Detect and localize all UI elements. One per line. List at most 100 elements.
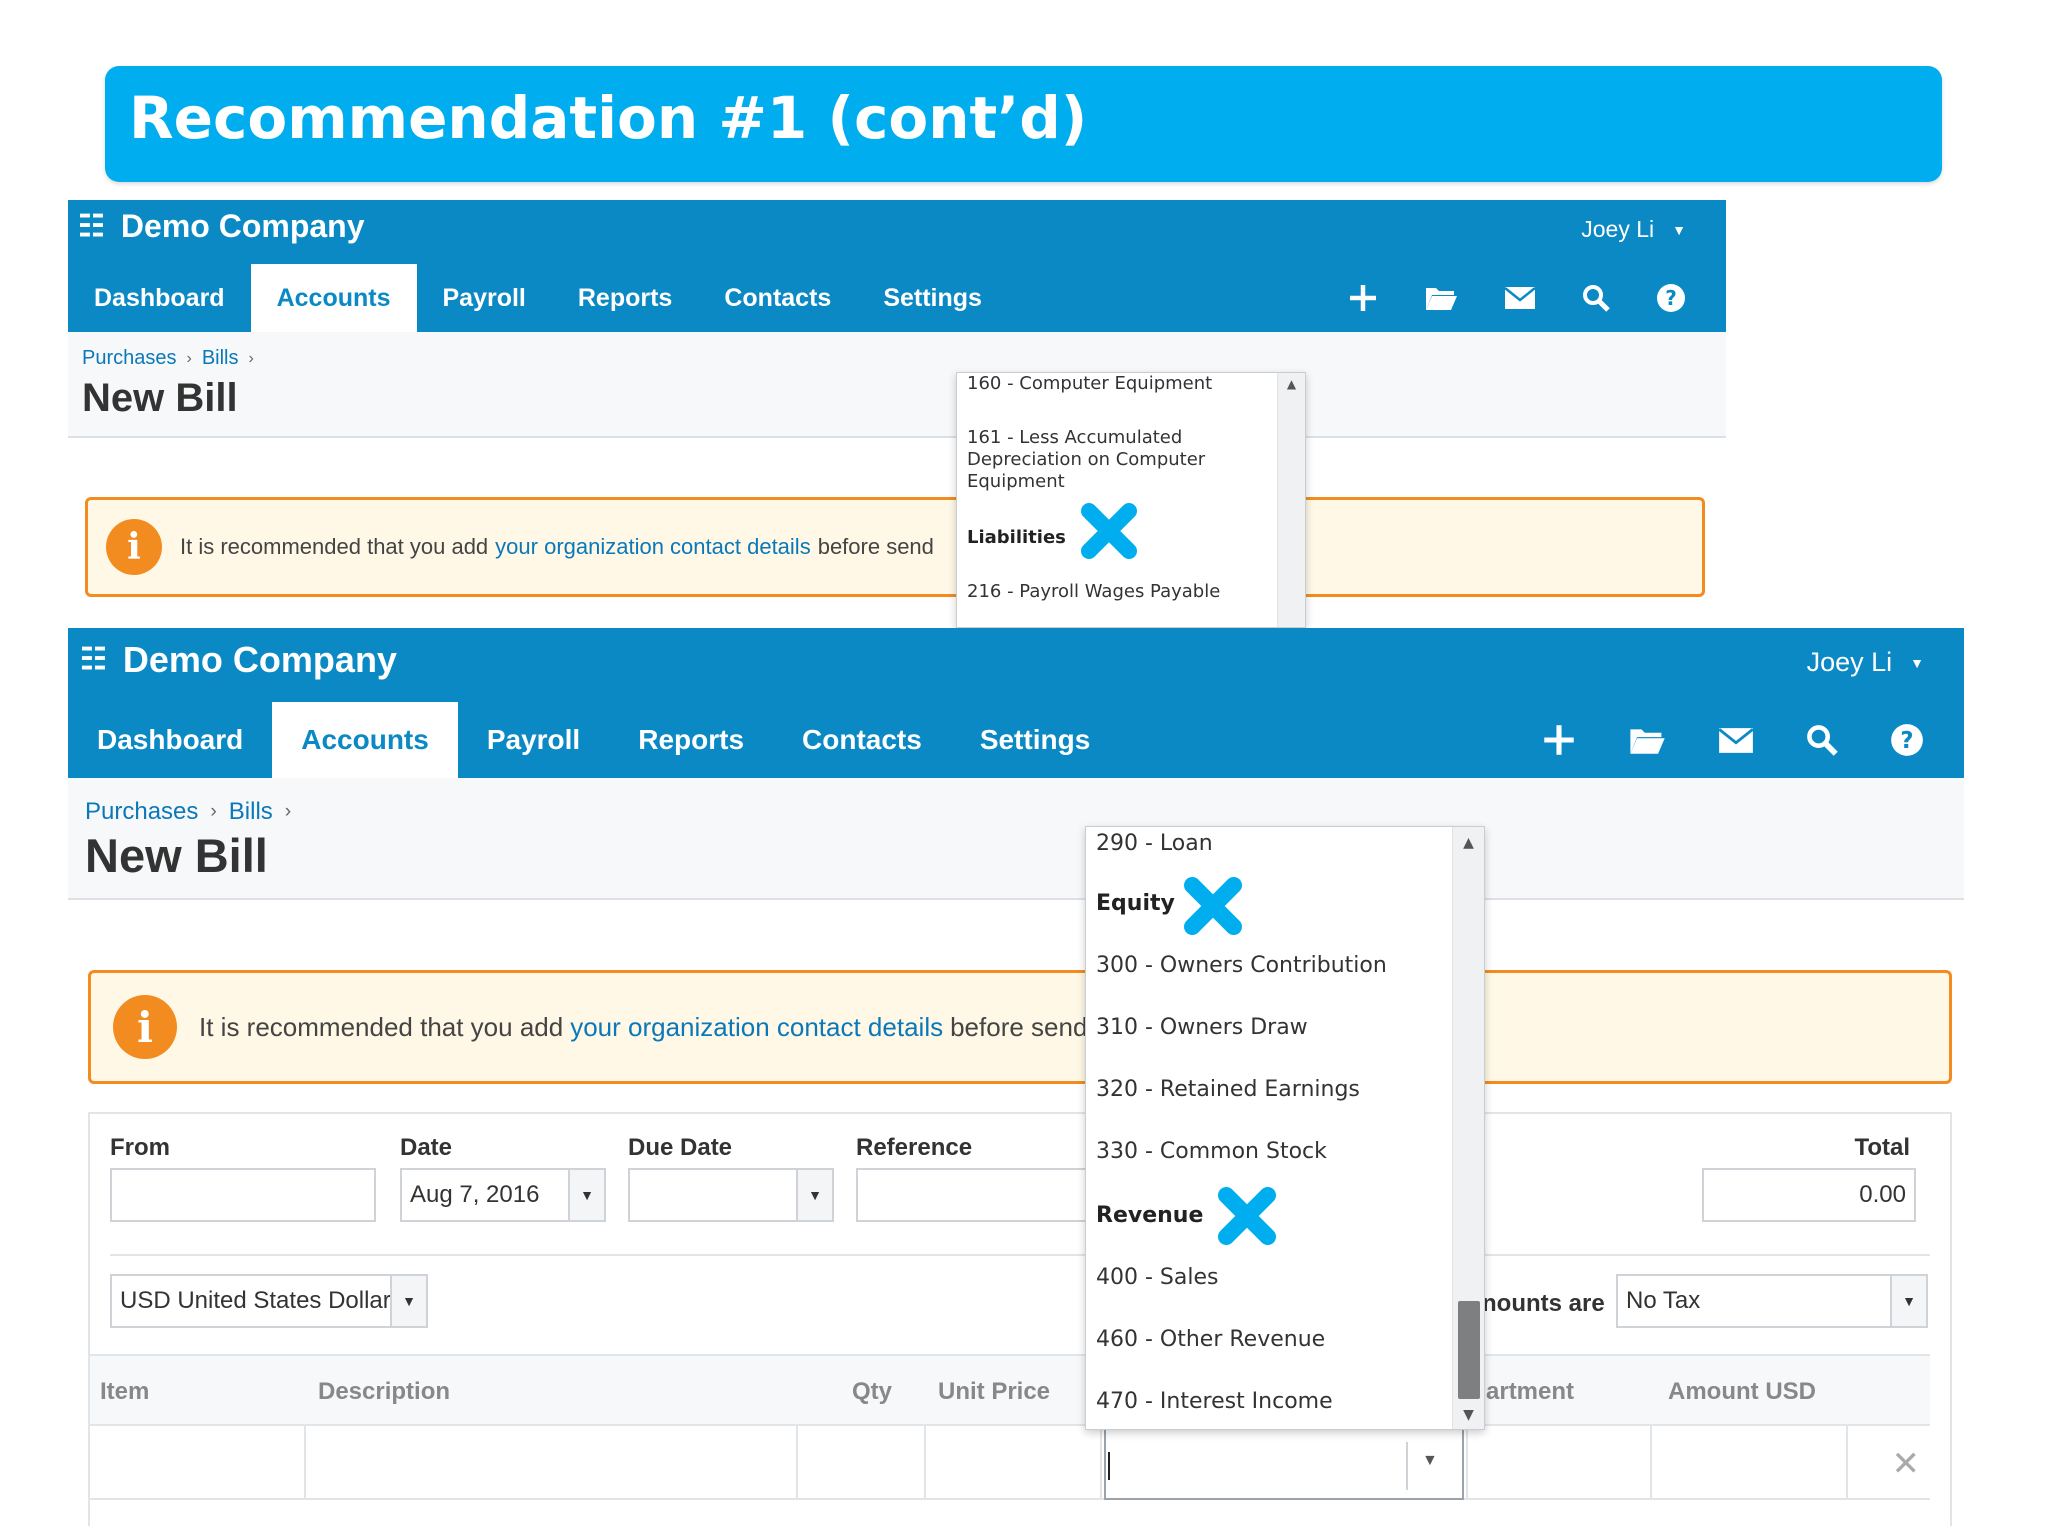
- line-items-header: Item Description Qty Unit Price artment …: [90, 1354, 1930, 1426]
- contact-details-link[interactable]: your organization contact details: [563, 1012, 950, 1043]
- breadcrumb-purchases[interactable]: Purchases: [85, 798, 198, 826]
- dropdown-option[interactable]: 400 - Sales: [1096, 1265, 1218, 1290]
- breadcrumb-bills[interactable]: Bills: [202, 347, 239, 370]
- scroll-thumb[interactable]: [1458, 1301, 1480, 1399]
- bill-form: From Date Aug 7, 2016 ▼ Due Date ▼ Refer…: [88, 1112, 1952, 1526]
- breadcrumb: Purchases › Bills ›: [82, 347, 254, 370]
- dropdown-option[interactable]: 330 - Common Stock: [1096, 1139, 1327, 1164]
- user-menu[interactable]: Joey Li ▼: [1581, 216, 1686, 243]
- dropdown-group-heading: Equity: [1096, 891, 1175, 916]
- nav-icons: ?: [1542, 702, 1924, 778]
- company-name: Demo Company: [120, 208, 365, 244]
- chevron-down-icon[interactable]: ▼: [390, 1276, 426, 1326]
- plus-icon[interactable]: [1348, 283, 1378, 313]
- company-switcher[interactable]: ☷ Demo Company: [78, 208, 365, 245]
- tab-payroll[interactable]: Payroll: [458, 702, 609, 778]
- dropdown-group-heading: Liabilities: [967, 527, 1066, 548]
- caret-down-icon: ▼: [1672, 221, 1686, 238]
- close-icon[interactable]: ✕: [1892, 1444, 1921, 1484]
- company-name: Demo Company: [122, 639, 397, 680]
- breadcrumb-purchases[interactable]: Purchases: [82, 347, 177, 370]
- from-input[interactable]: [110, 1168, 376, 1222]
- tab-accounts[interactable]: Accounts: [250, 264, 417, 332]
- dropdown-scrollbar[interactable]: ▲: [1277, 373, 1305, 627]
- dropdown-option[interactable]: 160 - Computer Equipment: [967, 373, 1212, 394]
- dropdown-option[interactable]: 161 - Less Accumulated Depreciation on C…: [967, 427, 1217, 493]
- dropdown-option[interactable]: 216 - Payroll Wages Payable: [967, 581, 1220, 602]
- tab-reports[interactable]: Reports: [552, 264, 698, 332]
- tab-dashboard[interactable]: Dashboard: [68, 702, 272, 778]
- info-icon: i: [113, 995, 177, 1059]
- tab-settings[interactable]: Settings: [951, 702, 1119, 778]
- dropdown-option[interactable]: 470 - Interest Income: [1096, 1389, 1333, 1414]
- user-name: Joey Li: [1806, 647, 1893, 677]
- main-nav: Dashboard Accounts Payroll Reports Conta…: [68, 264, 1726, 332]
- tab-contacts[interactable]: Contacts: [773, 702, 951, 778]
- plus-icon[interactable]: [1542, 723, 1576, 757]
- alert-text-prefix: It is recommended that you add: [180, 534, 489, 559]
- tab-contacts[interactable]: Contacts: [698, 264, 857, 332]
- tab-dashboard[interactable]: Dashboard: [68, 264, 251, 332]
- contact-details-link[interactable]: your organization contact details: [488, 534, 818, 560]
- dropdown-option[interactable]: 310 - Owners Draw: [1096, 1015, 1308, 1040]
- tab-settings[interactable]: Settings: [857, 264, 1008, 332]
- account-dropdown-list[interactable]: 160 - Computer Equipment 161 - Less Accu…: [956, 372, 1306, 628]
- account-dropdown-list[interactable]: 290 - Loan Equity 300 - Owners Contribut…: [1085, 826, 1485, 1430]
- breadcrumb-bills[interactable]: Bills: [229, 798, 273, 826]
- chevron-down-icon[interactable]: ▼: [796, 1170, 832, 1220]
- chevron-right-icon: ›: [248, 349, 254, 367]
- reference-label: Reference: [856, 1134, 973, 1161]
- tab-reports[interactable]: Reports: [609, 702, 773, 778]
- scroll-up-icon[interactable]: ▲: [1453, 835, 1484, 851]
- dropdown-option[interactable]: 460 - Other Revenue: [1096, 1327, 1325, 1352]
- divider: [1406, 1442, 1408, 1490]
- folder-icon[interactable]: [1424, 284, 1458, 312]
- cross-mark-icon: [1081, 503, 1137, 559]
- chevron-down-icon[interactable]: ▼: [1890, 1276, 1926, 1326]
- chevron-down-icon[interactable]: ▼: [568, 1170, 604, 1220]
- svg-text:?: ?: [1665, 286, 1677, 310]
- search-icon[interactable]: [1582, 284, 1610, 312]
- tab-payroll[interactable]: Payroll: [417, 264, 552, 332]
- chevron-down-icon[interactable]: ▼: [1422, 1452, 1438, 1470]
- dropdown-option[interactable]: 300 - Owners Contribution: [1096, 953, 1387, 978]
- company-switcher[interactable]: ☷ Demo Company: [80, 639, 397, 681]
- dropdown-scrollbar[interactable]: ▲ ▼: [1452, 827, 1484, 1429]
- help-icon[interactable]: ?: [1890, 723, 1924, 757]
- mail-icon[interactable]: [1504, 286, 1536, 310]
- chevron-right-icon: ›: [210, 801, 217, 822]
- breadcrumb: Purchases › Bills ›: [85, 798, 291, 826]
- search-icon[interactable]: [1806, 724, 1838, 756]
- dropdown-option[interactable]: 290 - Loan: [1096, 831, 1213, 856]
- cross-mark-icon: [1184, 877, 1242, 935]
- reference-input[interactable]: [856, 1168, 1106, 1222]
- top-bar: ☷ Demo Company Joey Li ▼ Dashboard Accou…: [68, 628, 1964, 778]
- menu-list-icon: ☷: [78, 209, 105, 243]
- cell-divider: [1100, 1426, 1102, 1500]
- dropdown-option[interactable]: 320 - Retained Earnings: [1096, 1077, 1360, 1102]
- due-date-picker[interactable]: ▼: [628, 1168, 834, 1222]
- currency-select[interactable]: USD United States Dollar ▼: [110, 1274, 428, 1328]
- mail-icon[interactable]: [1718, 727, 1754, 754]
- cell-divider: [796, 1426, 798, 1500]
- cell-divider: [1466, 1426, 1468, 1500]
- date-picker[interactable]: Aug 7, 2016 ▼: [400, 1168, 606, 1222]
- scroll-up-icon[interactable]: ▲: [1278, 377, 1305, 391]
- slide-title: Recommendation #1 (cont’d): [129, 84, 1088, 152]
- cell-divider: [1846, 1426, 1848, 1500]
- scroll-down-icon[interactable]: ▼: [1453, 1407, 1484, 1423]
- amounts-are-label: nounts are: [1482, 1290, 1605, 1317]
- tax-select[interactable]: No Tax ▼: [1616, 1274, 1928, 1328]
- cross-mark-icon: [1218, 1187, 1276, 1245]
- chevron-right-icon: ›: [186, 349, 192, 367]
- divider: [110, 1254, 1930, 1256]
- tab-accounts[interactable]: Accounts: [272, 702, 458, 778]
- help-icon[interactable]: ?: [1656, 283, 1686, 313]
- column-qty: Qty: [852, 1378, 893, 1405]
- svg-text:?: ?: [1900, 728, 1913, 754]
- account-input[interactable]: ▼: [1104, 1428, 1464, 1500]
- recommendation-alert: i It is recommended that you add your or…: [85, 497, 1705, 597]
- folder-icon[interactable]: [1628, 725, 1666, 756]
- user-menu[interactable]: Joey Li ▼: [1807, 647, 1924, 678]
- date-value: Aug 7, 2016: [410, 1181, 540, 1208]
